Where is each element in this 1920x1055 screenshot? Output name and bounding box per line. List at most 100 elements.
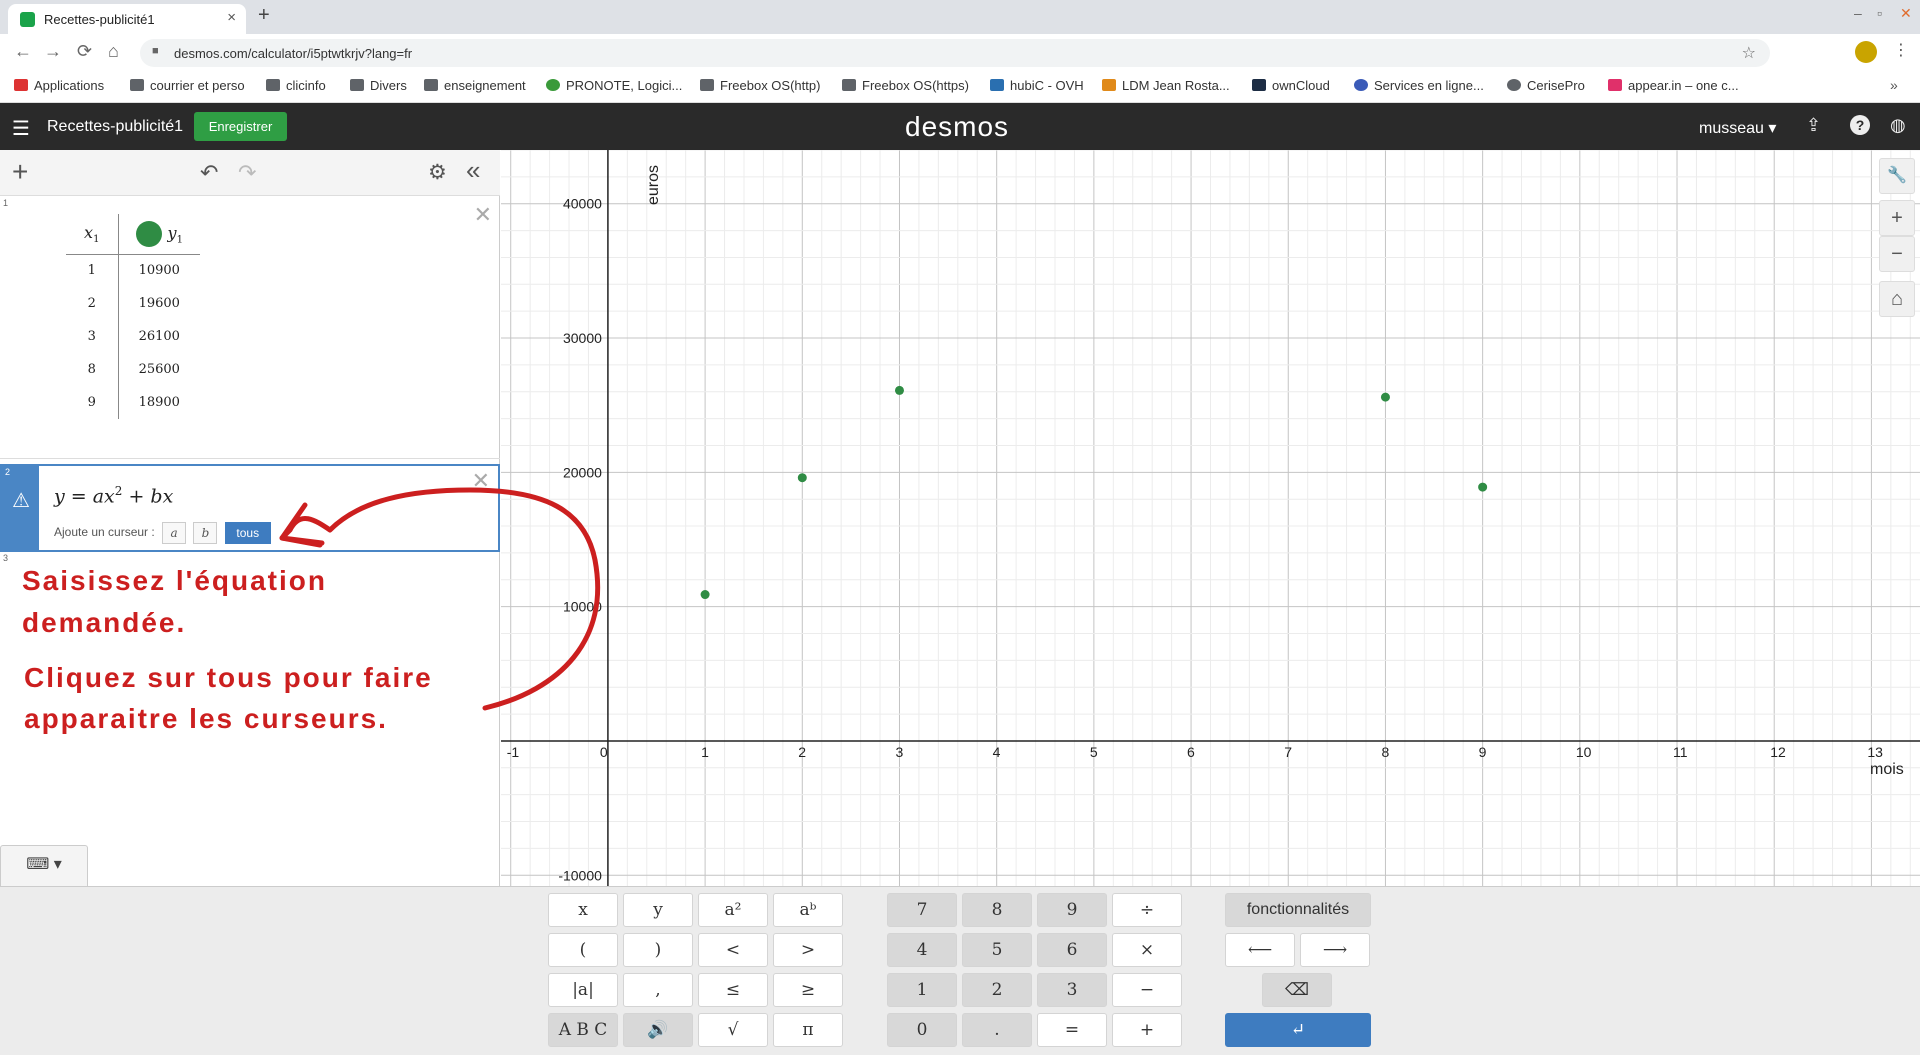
bookmark-item[interactable]: Services en ligne... bbox=[1354, 78, 1484, 93]
bookmark-item[interactable]: Divers bbox=[350, 78, 407, 93]
keypad-key[interactable]: ( bbox=[548, 933, 618, 967]
keypad-key[interactable]: 5 bbox=[962, 933, 1032, 967]
table-cell-x[interactable]: 1 bbox=[66, 254, 119, 287]
keypad-key[interactable]: |a| bbox=[548, 973, 618, 1007]
help-icon[interactable]: ? bbox=[1850, 115, 1870, 135]
keypad-key[interactable]: . bbox=[962, 1013, 1032, 1047]
table-cell-y[interactable]: 25600 bbox=[118, 353, 200, 386]
globe-icon[interactable]: ◍ bbox=[1890, 115, 1906, 136]
keypad-key[interactable]: − bbox=[1112, 973, 1182, 1007]
default-view-home-icon[interactable]: ⌂ bbox=[1879, 281, 1915, 317]
functions-button[interactable]: fonctionnalités bbox=[1225, 893, 1371, 927]
collapse-panel-icon[interactable]: « bbox=[466, 155, 480, 186]
keypad-key[interactable]: 4 bbox=[887, 933, 957, 967]
slider-all-button[interactable]: tous bbox=[224, 522, 271, 544]
browser-tab[interactable]: Recettes-publicité1 × bbox=[8, 4, 246, 34]
bookmark-item[interactable]: courrier et perso bbox=[130, 78, 245, 93]
keypad-key[interactable]: < bbox=[698, 933, 768, 967]
keypad-key[interactable]: aᵇ bbox=[773, 893, 843, 927]
table-cell-x[interactable]: 2 bbox=[66, 287, 119, 320]
keypad-key[interactable]: 6 bbox=[1037, 933, 1107, 967]
keypad-key[interactable]: × bbox=[1112, 933, 1182, 967]
save-button[interactable]: Enregistrer bbox=[194, 112, 287, 141]
minimize-icon[interactable]: – bbox=[1854, 5, 1862, 21]
zoom-out-button[interactable]: − bbox=[1879, 236, 1915, 272]
keypad-key[interactable]: y bbox=[623, 893, 693, 927]
keypad-key[interactable]: 3 bbox=[1037, 973, 1107, 1007]
enter-button[interactable]: ↵ bbox=[1225, 1013, 1371, 1047]
bookmark-item[interactable]: LDM Jean Rosta... bbox=[1102, 78, 1230, 93]
bookmark-item[interactable]: CerisePro bbox=[1507, 78, 1585, 93]
profile-avatar[interactable] bbox=[1855, 41, 1877, 63]
keypad-key[interactable]: 9 bbox=[1037, 893, 1107, 927]
bookmark-item[interactable]: Freebox OS(http) bbox=[700, 78, 820, 93]
bookmarks-more-icon[interactable]: » bbox=[1890, 77, 1898, 93]
keypad-key[interactable]: ) bbox=[623, 933, 693, 967]
undo-icon[interactable]: ↶ bbox=[200, 160, 218, 186]
keypad-key[interactable]: 7 bbox=[887, 893, 957, 927]
graph-paper[interactable]: -1 0 1 2 3 4 5 6 7 8 9 10 11 12 13 -10000 10000 20000 3000… bbox=[501, 149, 1920, 886]
table-cell-y[interactable]: 26100 bbox=[118, 320, 200, 353]
keypad-key[interactable]: √ bbox=[698, 1013, 768, 1047]
address-bar[interactable]: ■ desmos.com/calculator/i5ptwtkrjv?lang=… bbox=[140, 39, 1770, 67]
table-header-y[interactable]: y1 bbox=[118, 214, 200, 255]
keypad-key[interactable]: 0 bbox=[887, 1013, 957, 1047]
bookmark-item[interactable]: Applications bbox=[14, 78, 104, 93]
equation-expression[interactable]: 2 ⚠ ✕ y = ax2 + bx Ajoute un curseur : a… bbox=[0, 464, 500, 552]
bookmark-star-icon[interactable]: ☆ bbox=[1742, 43, 1756, 63]
keypad-key[interactable]: ≤ bbox=[698, 973, 768, 1007]
table-cell-x[interactable]: 8 bbox=[66, 353, 119, 386]
back-icon[interactable]: ← bbox=[14, 41, 32, 62]
delete-expression-icon[interactable]: ✕ bbox=[474, 202, 492, 228]
keypad-key[interactable]: x bbox=[548, 893, 618, 927]
bookmark-item[interactable]: ownCloud bbox=[1252, 78, 1330, 93]
backspace-button[interactable]: ⌫ bbox=[1262, 973, 1332, 1007]
table-header-x[interactable]: x1 bbox=[66, 214, 119, 255]
slider-a-button[interactable]: a bbox=[162, 522, 187, 544]
keypad-key[interactable]: , bbox=[623, 973, 693, 1007]
menu-icon[interactable]: ☰ bbox=[12, 116, 30, 141]
redo-icon[interactable]: ↷ bbox=[238, 160, 256, 186]
forward-icon[interactable]: → bbox=[44, 41, 62, 62]
cursor-left-button[interactable]: ⟵ bbox=[1225, 933, 1295, 967]
bookmark-item[interactable]: clicinfo bbox=[266, 78, 326, 93]
browser-menu-icon[interactable]: ⋮ bbox=[1893, 40, 1909, 60]
keypad-key[interactable]: ÷ bbox=[1112, 893, 1182, 927]
table-cell-x[interactable]: 9 bbox=[66, 386, 119, 419]
table-cell-y[interactable]: 18900 bbox=[118, 386, 200, 419]
bookmark-item[interactable]: enseignement bbox=[424, 78, 526, 93]
user-menu[interactable]: musseau ▾ bbox=[1699, 118, 1776, 138]
settings-gear-icon[interactable]: ⚙ bbox=[428, 160, 447, 185]
keyboard-toggle-button[interactable]: ⌨ ▾ bbox=[0, 845, 88, 886]
table-cell-x[interactable]: 3 bbox=[66, 320, 119, 353]
share-icon[interactable]: ⇪ bbox=[1806, 115, 1821, 136]
equation-input[interactable]: y = ax2 + bx bbox=[54, 484, 173, 507]
cursor-right-button[interactable]: ⟶ bbox=[1300, 933, 1370, 967]
keypad-key[interactable]: + bbox=[1112, 1013, 1182, 1047]
graph-settings-wrench-icon[interactable]: 🔧 bbox=[1879, 158, 1915, 194]
keypad-key[interactable]: A B C bbox=[548, 1013, 618, 1047]
reload-icon[interactable]: ⟳ bbox=[77, 41, 92, 62]
keypad-key[interactable]: ≥ bbox=[773, 973, 843, 1007]
keypad-key[interactable]: π bbox=[773, 1013, 843, 1047]
keypad-key[interactable]: 8 bbox=[962, 893, 1032, 927]
zoom-in-button[interactable]: + bbox=[1879, 200, 1915, 236]
window-close-icon[interactable]: ✕ bbox=[1900, 5, 1912, 22]
bookmark-item[interactable]: Freebox OS(https) bbox=[842, 78, 969, 93]
table-expression[interactable]: 1 ✕ x1 y1 1 10900 2 19600 3 26100 8 25600 91… bbox=[0, 196, 500, 498]
add-item-button[interactable]: + bbox=[12, 156, 28, 188]
bookmark-item[interactable]: hubiC - OVH bbox=[990, 78, 1084, 93]
keypad-key[interactable]: > bbox=[773, 933, 843, 967]
keypad-key[interactable]: 🔊 bbox=[623, 1013, 693, 1047]
home-icon[interactable]: ⌂ bbox=[108, 41, 119, 62]
graph-title[interactable]: Recettes-publicité1 bbox=[47, 118, 183, 136]
keypad-key[interactable]: 1 bbox=[887, 973, 957, 1007]
table-cell-y[interactable]: 19600 bbox=[118, 287, 200, 320]
bookmark-item[interactable]: appear.in – one c... bbox=[1608, 78, 1739, 93]
keypad-key[interactable]: a² bbox=[698, 893, 768, 927]
keypad-key[interactable]: 2 bbox=[962, 973, 1032, 1007]
new-tab-button[interactable]: + bbox=[258, 4, 270, 27]
tab-close-icon[interactable]: × bbox=[227, 9, 236, 26]
bookmark-item[interactable]: PRONOTE, Logici... bbox=[546, 78, 682, 93]
warning-icon[interactable]: ⚠ bbox=[12, 488, 30, 513]
